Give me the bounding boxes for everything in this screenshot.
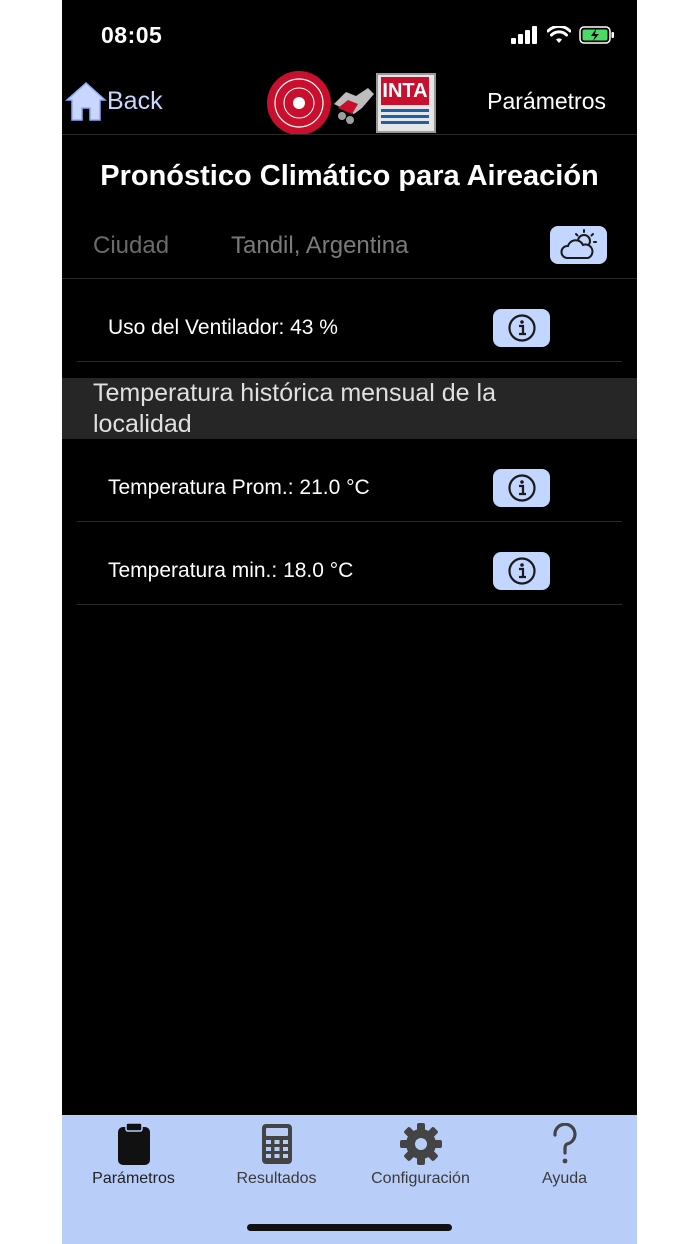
question-icon [552, 1123, 577, 1164]
section-title: Temperatura histórica mensual de la loca… [93, 379, 496, 438]
tab-resultados[interactable]: Resultados [205, 1115, 348, 1205]
app-screen: 08:05 Back INTA Parámetros Pronóstico Cl… [62, 0, 637, 1244]
status-time: 08:05 [101, 22, 163, 48]
inta-logo: INTA [376, 73, 436, 133]
city-label: Ciudad [93, 232, 170, 259]
tab-ayuda[interactable]: Ayuda [493, 1115, 636, 1205]
tab-parametros[interactable]: Parámetros [62, 1115, 205, 1205]
back-label: Back [107, 86, 163, 115]
back-button[interactable]: Back [65, 80, 163, 122]
nav-title: Parámetros [487, 88, 606, 114]
fan-usage-label: Uso del Ventilador: 43 % [108, 316, 338, 339]
info-icon [507, 314, 536, 342]
tab-label: Ayuda [541, 1170, 588, 1187]
weather-button[interactable] [550, 226, 607, 264]
info-icon [507, 474, 536, 502]
tab-configuracion[interactable]: Configuración [349, 1115, 492, 1205]
temp-average-info-button[interactable] [493, 469, 550, 507]
nav-divider [62, 134, 637, 135]
wifi-icon [547, 26, 571, 43]
handshake-icon [334, 88, 374, 124]
university-seal-logo [267, 71, 331, 135]
temp-min-info-button[interactable] [493, 552, 550, 590]
partner-logos: INTA [266, 70, 436, 136]
tab-label: Configuración [371, 1170, 470, 1187]
section-header: Temperatura histórica mensual de la loca… [62, 378, 637, 439]
calculator-icon [261, 1124, 292, 1164]
clipboard-icon [117, 1122, 150, 1165]
city-value: Tandil, Argentina [231, 232, 409, 259]
tab-label: Resultados [236, 1170, 317, 1187]
battery-icon [579, 26, 614, 44]
tab-label: Parámetros [92, 1170, 175, 1187]
inta-logo-stripes [381, 109, 429, 125]
status-icons [511, 26, 615, 44]
inta-logo-text: INTA [381, 77, 429, 105]
city-divider [62, 278, 637, 279]
gear-icon [399, 1123, 442, 1165]
city-row: Ciudad Tandil, Argentina [62, 222, 637, 278]
home-indicator[interactable] [247, 1224, 452, 1231]
temp-min-label: Temperatura min.: 18.0 °C [108, 559, 354, 582]
row-divider [77, 521, 622, 522]
cloud-sun-icon [560, 229, 597, 259]
home-icon [65, 81, 107, 121]
signal-icon [511, 26, 537, 44]
temp-average-label: Temperatura Prom.: 21.0 °C [108, 476, 370, 499]
row-divider [77, 604, 622, 605]
info-icon [507, 557, 536, 585]
fan-usage-info-button[interactable] [493, 309, 550, 347]
row-divider [77, 361, 622, 362]
page-title: Pronóstico Climático para Aireación [100, 160, 599, 192]
